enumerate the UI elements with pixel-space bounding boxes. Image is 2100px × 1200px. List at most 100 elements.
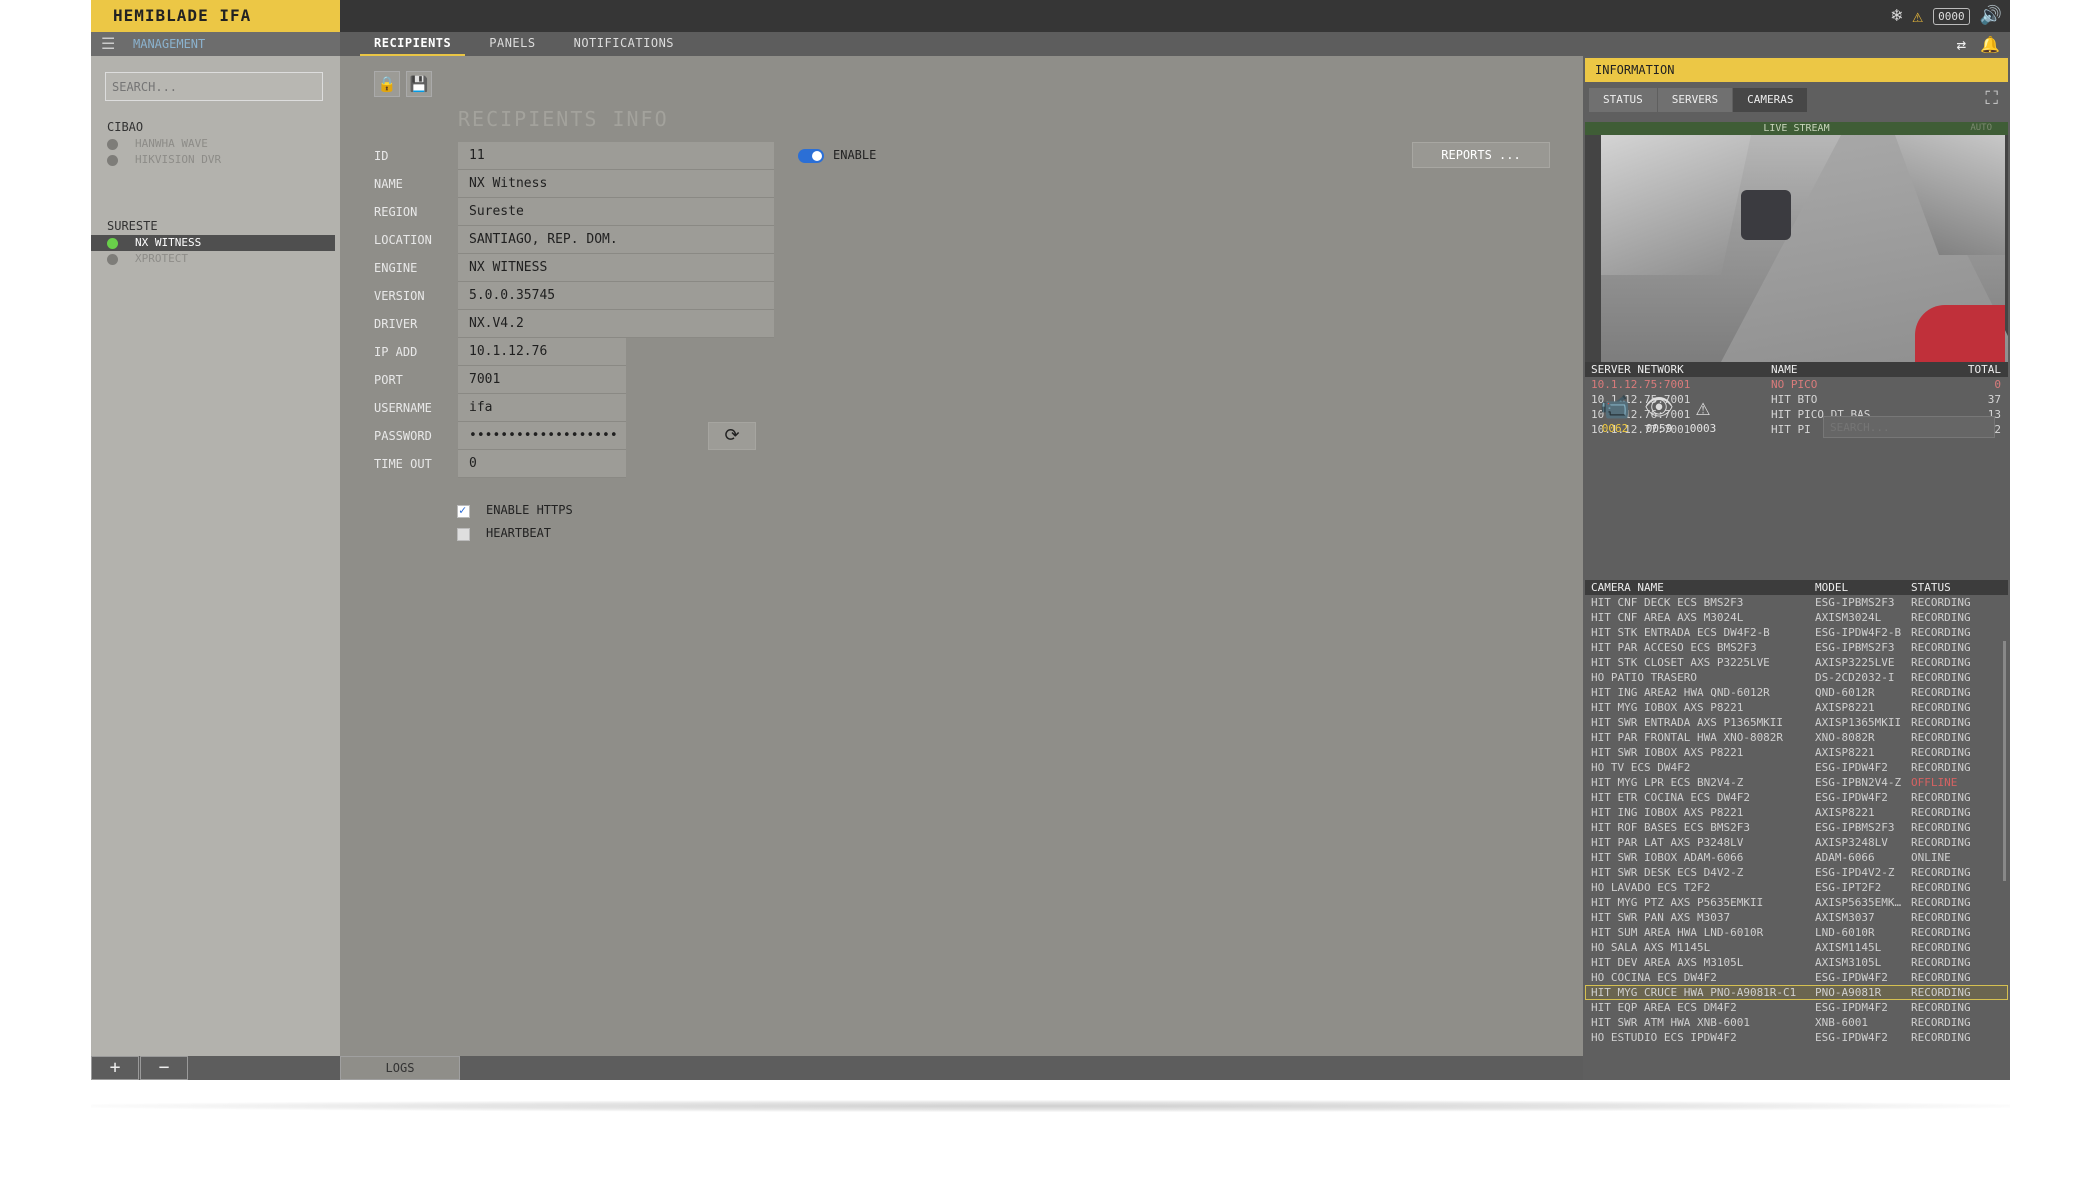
camera-model: ESG-IPBN2V4-Z <box>1815 776 1902 789</box>
heartbeat-label: HEARTBEAT <box>486 526 552 540</box>
table-row[interactable]: HIT ROF BASES ECS BMS2F3 ESG-IPBMS2F3 RECO… <box>1585 820 2008 835</box>
table-row[interactable]: HIT MYG CRUCE HWA PNO-A9081R-C1 PNO-A9081… <box>1585 985 2008 1000</box>
version-field[interactable]: 5.0.0.35745 <box>458 282 774 310</box>
tab-panels[interactable]: PANELS <box>475 32 549 56</box>
camera-filter-all[interactable]: 📹 0062 <box>1593 392 1637 435</box>
remove-button[interactable]: − <box>140 1056 188 1080</box>
refresh-icon[interactable]: ⟳ <box>708 422 756 450</box>
camera-name: HO ESTUDIO ECS IPDW4F2 <box>1591 1031 1737 1044</box>
table-row[interactable]: HO LAVADO ECS T2F2 ESG-IPT2F2 RECORDING <box>1585 880 2008 895</box>
sidebar-item-hanwha-wave[interactable]: HANWHA WAVE <box>91 136 335 152</box>
region-field[interactable]: Sureste <box>458 198 774 226</box>
label-location: LOCATION <box>374 233 432 247</box>
table-row[interactable]: HO ESTUDIO ECS IPDW4F2 ESG-IPDW4F2 RECORDI… <box>1585 1030 2008 1045</box>
id-field[interactable]: 11 <box>458 142 774 170</box>
table-row[interactable]: HIT CNF AREA AXS M3024L AXISM3024L RECORDI… <box>1585 610 2008 625</box>
camera-status: RECORDING <box>1911 806 1971 819</box>
save-icon[interactable]: 💾 <box>406 71 432 97</box>
table-row[interactable]: HIT STK CLOSET AXS P3225LVE AXISP3225LVE R… <box>1585 655 2008 670</box>
table-row[interactable]: HIT SUM AREA HWA LND-6010R LND-6010R RECOR… <box>1585 925 2008 940</box>
camera-search-input[interactable] <box>1823 416 1995 438</box>
label-version: VERSION <box>374 289 425 303</box>
table-row[interactable]: HIT SWR IOBOX ADAM-6066 ADAM-6066 ONLINE <box>1585 850 2008 865</box>
add-button[interactable]: + <box>91 1056 139 1080</box>
table-row[interactable]: HIT EQP AREA ECS DM4F2 ESG-IPDM4F2 RECORDI… <box>1585 1000 2008 1015</box>
location-field[interactable]: SANTIAGO, REP. DOM. <box>458 226 774 254</box>
tab-status[interactable]: STATUS <box>1589 88 1658 112</box>
fullscreen-icon[interactable]: ⛶ <box>1985 88 1998 109</box>
camera-model: LND-6010R <box>1815 926 1875 939</box>
live-stream[interactable]: LIVE STREAM AUTO <box>1585 122 2008 362</box>
ip-field[interactable]: 10.1.12.76 <box>458 338 626 366</box>
table-row[interactable]: HIT SWR ATM HWA XNB-6001 XNB-6001 RECORDIN… <box>1585 1015 2008 1030</box>
table-row[interactable]: HO PATIO TRASERO DS-2CD2032-I RECORDING <box>1585 670 2008 685</box>
camera-filter-online[interactable]: 👁 0059 <box>1637 392 1681 435</box>
port-field[interactable]: 7001 <box>458 366 626 394</box>
alarm-counter[interactable]: 0000 <box>1933 7 1970 25</box>
sidebar-item-nx-witness[interactable]: NX WITNESS <box>91 235 335 251</box>
bell-icon[interactable]: 🔔 <box>1980 35 2000 54</box>
logs-tab[interactable]: LOGS <box>340 1056 460 1080</box>
driver-field[interactable]: NX.V4.2 <box>458 310 774 338</box>
name-field[interactable]: NX Witness <box>458 170 774 198</box>
table-row[interactable]: HIT STK ENTRADA ECS DW4F2-B ESG-IPDW4F2-B… <box>1585 625 2008 640</box>
table-row[interactable]: HIT SWR ENTRADA AXS P1365MKII AXISP1365MK… <box>1585 715 2008 730</box>
reports-button[interactable]: REPORTS ... <box>1412 142 1550 168</box>
table-row[interactable]: HIT ING IOBOX AXS P8221 AXISP8221 RECORDIN… <box>1585 805 2008 820</box>
table-row[interactable]: HIT SWR DESK ECS D4V2-Z ESG-IPD4V2-Z RECOR… <box>1585 865 2008 880</box>
table-row[interactable]: HIT ING AREA2 HWA QND-6012R QND-6012R RECO… <box>1585 685 2008 700</box>
table-row[interactable]: HIT PAR LAT AXS P3248LV AXISP3248LV RECORD… <box>1585 835 2008 850</box>
camera-scrollbar[interactable] <box>2003 641 2006 881</box>
table-row[interactable]: HIT CNF DECK ECS BMS2F3 ESG-IPBMS2F3 RECOR… <box>1585 595 2008 610</box>
speaker-icon[interactable]: 🔊 <box>1980 0 2002 32</box>
table-row[interactable]: HIT MYG LPR ECS BN2V4-Z ESG-IPBN2V4-Z OFFL… <box>1585 775 2008 790</box>
timeout-field[interactable]: 0 <box>458 450 626 478</box>
sidebar-item-xprotect[interactable]: XPROTECT <box>91 251 335 267</box>
sidebar-search-input[interactable] <box>105 72 323 101</box>
export-icon[interactable]: ⇄ <box>1956 35 1966 54</box>
sidebar-item-hikvision-dvr[interactable]: HIKVISION DVR <box>91 152 335 168</box>
lock-icon[interactable]: 🔒 <box>374 71 400 97</box>
table-row[interactable]: HIT DEV AREA AXS M3105L AXISM3105L RECORDI… <box>1585 955 2008 970</box>
camera-status: RECORDING <box>1911 716 1971 729</box>
table-row[interactable]: HO TV ECS DW4F2 ESG-IPDW4F2 RECORDING <box>1585 760 2008 775</box>
camera-status: RECORDING <box>1911 1001 1971 1014</box>
username-field[interactable]: ifa <box>458 394 626 422</box>
table-row[interactable]: HO SALA AXS M1145L AXISM1145L RECORDING <box>1585 940 2008 955</box>
warning-icon[interactable]: ⚠ <box>1912 6 1923 27</box>
table-row[interactable]: HO COCINA ECS DW4F2 ESG-IPDW4F2 RECORDING <box>1585 970 2008 985</box>
header-total: TOTAL <box>1967 363 2001 376</box>
tab-cameras[interactable]: CAMERAS <box>1733 88 1809 112</box>
table-row[interactable]: HIT MYG IOBOX AXS P8221 AXISP8221 RECORDIN… <box>1585 700 2008 715</box>
camera-name: HIT SWR PAN AXS M3037 <box>1591 911 1731 924</box>
camera-count: 0003 <box>1689 422 1717 435</box>
table-row[interactable]: HIT PAR FRONTAL HWA XNO-8082R XNO-8082R RE… <box>1585 730 2008 745</box>
group-sureste: SURESTE <box>107 219 158 233</box>
https-checkbox[interactable] <box>457 503 470 518</box>
camera-name: HIT PAR LAT AXS P3248LV <box>1591 836 1744 849</box>
management-label: MANAGEMENT <box>133 37 206 51</box>
tab-servers[interactable]: SERVERS <box>1657 88 1734 112</box>
brand-title: HEMIBLADE IFA <box>91 0 340 32</box>
camera-name: HIT CNF AREA AXS M3024L <box>1591 611 1744 624</box>
table-row[interactable]: HIT ETR COCINA ECS DW4F2 ESG-IPDW4F2 RECOR… <box>1585 790 2008 805</box>
table-row[interactable]: 10.1.12.75:7001 NO PICO 0 <box>1585 377 2008 392</box>
engine-field[interactable]: NX WITNESS <box>458 254 774 282</box>
camera-status: RECORDING <box>1911 611 1971 624</box>
menu-icon[interactable]: ☰ <box>101 35 115 53</box>
table-row[interactable]: HIT SWR PAN AXS M3037 AXISM3037 RECORDING <box>1585 910 2008 925</box>
heartbeat-checkbox[interactable] <box>457 528 470 541</box>
table-row[interactable]: HIT PAR ACCESO ECS BMS2F3 ESG-IPBMS2F3 REC… <box>1585 640 2008 655</box>
camera-status: RECORDING <box>1911 956 1971 969</box>
server-total: 0 <box>1994 378 2001 391</box>
camera-model: ESG-IPDW4F2 <box>1815 971 1888 984</box>
live-stream-label: LIVE STREAM AUTO <box>1585 122 2008 135</box>
camera-filter-offline[interactable]: ⚠ 0003 <box>1681 392 1725 435</box>
enable-toggle[interactable] <box>798 149 824 163</box>
tab-recipients[interactable]: RECIPIENTS <box>360 32 466 56</box>
tab-notifications[interactable]: NOTIFICATIONS <box>560 32 688 56</box>
table-row[interactable]: HIT SWR IOBOX AXS P8221 AXISP8221 RECORDIN… <box>1585 745 2008 760</box>
password-field[interactable]: ••••••••••••••••••• <box>458 422 626 450</box>
table-row[interactable]: HIT MYG PTZ AXS P5635EMKII AXISP5635EMK… R… <box>1585 895 2008 910</box>
snowflake-icon[interactable]: ❄ <box>1891 0 1902 32</box>
